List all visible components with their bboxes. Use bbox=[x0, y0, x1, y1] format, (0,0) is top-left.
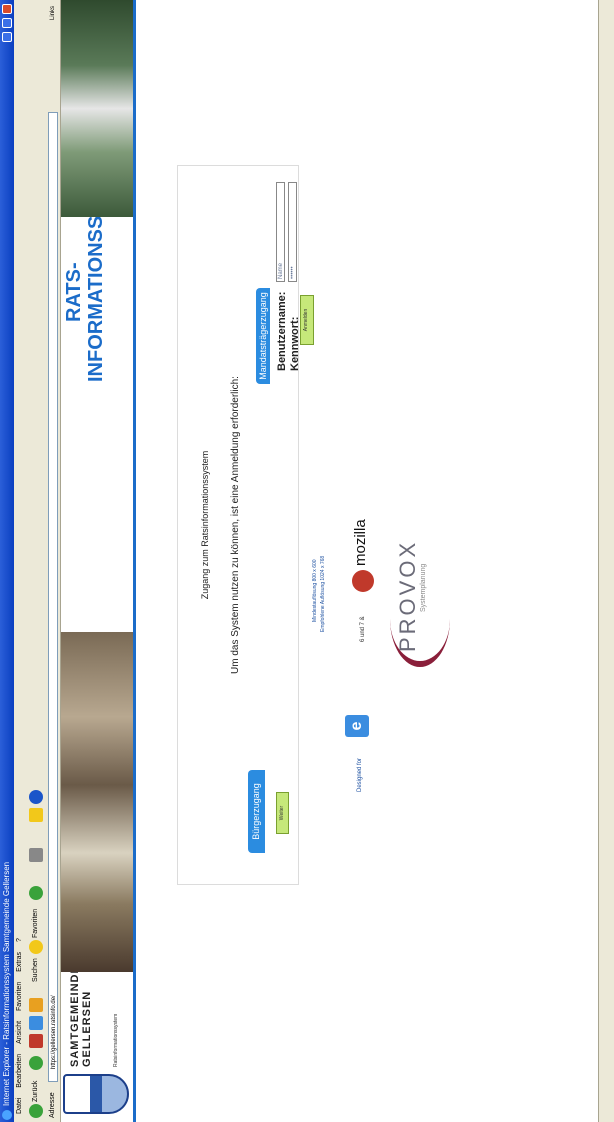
tab-citizen-access[interactable]: Bürgerzugang bbox=[248, 770, 265, 853]
address-input[interactable]: https://gellersen.ratsinfo.de/ bbox=[48, 112, 58, 1082]
menu-bar: Datei Bearbeiten Ansicht Favoriten Extra… bbox=[14, 0, 26, 1122]
username-label: Benutzername: bbox=[276, 291, 288, 371]
favorites-star-icon[interactable] bbox=[29, 940, 43, 954]
links-label[interactable]: Links bbox=[46, 6, 60, 20]
window-title: Internet Explorer - Ratsinformationssyst… bbox=[2, 861, 11, 1106]
menu-item-edit[interactable]: Bearbeiten bbox=[14, 1054, 26, 1088]
search-button-label[interactable]: Suchen bbox=[29, 958, 43, 982]
menu-item-favorites[interactable]: Favoriten bbox=[14, 982, 26, 1011]
login-panel: Zugang zum Ratsinformationssystem Um das… bbox=[177, 165, 301, 885]
citizen-continue-button[interactable]: Weiter bbox=[276, 792, 289, 834]
site-header: SAMTGEMEINDE GELLERSEN Ratsinformationss… bbox=[61, 0, 135, 1122]
minimize-button[interactable] bbox=[2, 32, 12, 42]
back-button-label[interactable]: Zurück bbox=[29, 1081, 43, 1102]
provox-wordmark: PROVOX bbox=[395, 539, 420, 652]
favorites-button-label[interactable]: Favoriten bbox=[29, 909, 43, 938]
messenger-icon[interactable] bbox=[29, 790, 43, 804]
org-name-line1: SAMTGEMEINDE bbox=[69, 965, 81, 1067]
org-name: SAMTGEMEINDE GELLERSEN bbox=[69, 965, 93, 1067]
rotated-page: Internet Explorer - Ratsinformationssyst… bbox=[0, 0, 614, 1122]
browser-toolbar: Zurück Suchen Favoriten bbox=[26, 0, 47, 1122]
username-input[interactable]: Name bbox=[276, 182, 285, 282]
min-resolution-note: Mindestauflösung 800 x 600 bbox=[312, 559, 318, 622]
ie-window-icon bbox=[2, 1110, 12, 1120]
tab-member-access[interactable]: Mandatsträgerzugang bbox=[256, 288, 270, 384]
menu-item-extras[interactable]: Extras bbox=[14, 952, 26, 972]
designed-for-label: Designed for bbox=[357, 757, 363, 792]
recommended-resolution-note: Empfohlene Auflösung 1024 x 768 bbox=[320, 555, 326, 632]
org-name-line2: GELLERSEN bbox=[81, 990, 93, 1067]
provox-tagline: Systemplanung bbox=[420, 563, 427, 612]
org-subtitle: Ratsinformationssystem bbox=[113, 1013, 119, 1067]
menu-item-view[interactable]: Ansicht bbox=[14, 1021, 26, 1044]
stop-icon[interactable] bbox=[29, 1034, 43, 1048]
maximize-button[interactable] bbox=[2, 18, 12, 28]
forward-arrow-icon[interactable] bbox=[29, 1056, 43, 1070]
history-icon[interactable] bbox=[29, 886, 43, 900]
mozilla-wordmark: mozilla bbox=[352, 519, 369, 566]
login-hint: Um das System nutzen zu können, ist eine… bbox=[230, 376, 241, 674]
menu-item-help[interactable]: ? bbox=[14, 938, 26, 942]
login-heading: Zugang zum Ratsinformationssystem bbox=[200, 450, 210, 600]
menu-item-file[interactable]: Datei bbox=[14, 1098, 26, 1114]
header-divider bbox=[133, 0, 136, 1122]
internet-explorer-logo-icon: e bbox=[345, 715, 369, 737]
address-bar: Adresse https://gellersen.ratsinfo.de/ L… bbox=[46, 0, 61, 1122]
coat-of-arms-logo bbox=[63, 1074, 129, 1114]
browser-versions-text: 6 und 7 & bbox=[360, 616, 366, 642]
password-input[interactable]: •••••• bbox=[288, 182, 297, 282]
refresh-icon[interactable] bbox=[29, 1016, 43, 1030]
browser-status-bar bbox=[598, 0, 614, 1122]
address-label: Adresse bbox=[49, 1092, 56, 1118]
header-photo-meeting bbox=[61, 632, 133, 972]
folder-icon[interactable] bbox=[29, 808, 43, 822]
close-button[interactable] bbox=[2, 4, 12, 14]
back-arrow-icon[interactable] bbox=[29, 1104, 43, 1118]
member-login-button[interactable]: Anmelden bbox=[300, 295, 314, 345]
mozilla-logo-icon bbox=[352, 570, 374, 592]
home-icon[interactable] bbox=[29, 998, 43, 1012]
mail-icon[interactable] bbox=[29, 848, 43, 862]
window-title-bar: Internet Explorer - Ratsinformationssyst… bbox=[0, 0, 14, 1122]
header-photo-building bbox=[61, 0, 133, 217]
